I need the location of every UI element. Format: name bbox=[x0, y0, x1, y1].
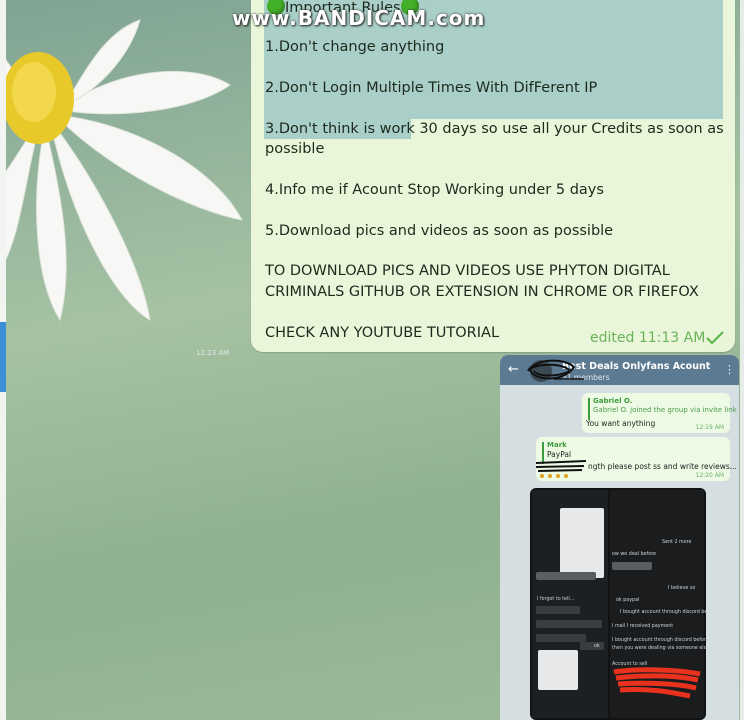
more-vertical-icon: ⋮ bbox=[724, 363, 735, 376]
right-panel-edge bbox=[740, 0, 744, 720]
message-line: 3.Don't think is work 30 days so use all… bbox=[265, 121, 724, 137]
image-time: 12:23 AM bbox=[196, 349, 230, 357]
left-panel-tab[interactable] bbox=[0, 322, 6, 392]
join-time: 12:19 AM bbox=[695, 424, 724, 431]
daisy-wallpaper-image bbox=[0, 19, 243, 322]
phone-text: ok bbox=[594, 644, 600, 649]
scribble-redaction-image bbox=[613, 667, 701, 699]
screenshot-header: ← Best Deals Onlyfans Acount , Braz... 3… bbox=[500, 355, 739, 385]
message-line: 2.Don't Login Multiple Times With DifFer… bbox=[265, 80, 598, 96]
watermark-suffix: .com bbox=[427, 6, 486, 30]
phone-text: ow we deal before bbox=[612, 552, 657, 557]
phone-text: ok paypal bbox=[616, 598, 640, 603]
message-line: 4.Info me if Acount Stop Working under 5… bbox=[265, 182, 604, 198]
message-line: possible bbox=[265, 141, 325, 157]
phone-screenshot-right: Sent 2 more ow we deal before I believe … bbox=[610, 490, 712, 718]
phone-text: I mail I received payment bbox=[612, 624, 674, 629]
phone-text: I bought account through discord befo bbox=[620, 610, 712, 615]
phone-text: I believe so bbox=[668, 586, 696, 591]
message-line: 5.Download pics and videos as soon as po… bbox=[265, 223, 614, 239]
phone-text: Sent 2 more bbox=[662, 540, 692, 545]
bandicam-watermark: www.BANDICAM.com bbox=[232, 6, 512, 30]
message-meta: edited 11:13 AM bbox=[590, 330, 706, 346]
mark-message: Mark PayPal ngth please post ss and writ… bbox=[535, 437, 737, 481]
message-line: CRIMINALS GITHUB OR EXTENSION IN CHROME … bbox=[265, 284, 699, 300]
phone-text: I forgot to tell... bbox=[537, 597, 575, 602]
check-icon bbox=[706, 331, 724, 345]
phone-text: I bought account through discord before bbox=[612, 638, 709, 643]
mark-text: ngth please post ss and write reviews... bbox=[588, 462, 737, 471]
screenshot-chat-title: Best Deals Onlyfans Acount , Braz... bbox=[562, 361, 714, 372]
quote-bar bbox=[588, 398, 590, 420]
scribble-redaction-image bbox=[527, 359, 584, 380]
back-arrow-icon: ← bbox=[508, 362, 519, 377]
scribble-redaction-image bbox=[535, 460, 587, 478]
mark-name: Mark bbox=[547, 441, 567, 449]
message-line: CHECK ANY YOUTUBE TUTORIAL bbox=[265, 325, 500, 341]
message-line: TO DOWNLOAD PICS AND VIDEOS USE PHYTON D… bbox=[265, 263, 670, 279]
message-line: 1.Don't change anything bbox=[265, 39, 445, 55]
watermark-brand: www.BANDICAM bbox=[232, 6, 428, 30]
join-text: Gabriel O. joined the group via invite l… bbox=[593, 406, 737, 414]
join-name: Gabriel O. bbox=[593, 397, 633, 405]
join-reply: You want anything bbox=[586, 419, 656, 428]
phone-screenshot-left: I forgot to tell... ok bbox=[532, 490, 608, 718]
mark-time: 12:20 AM bbox=[695, 472, 724, 479]
chat-screenshots-image: I forgot to tell... ok Sent 2 more ow we… bbox=[530, 488, 712, 720]
attached-screenshot[interactable]: ← Best Deals Onlyfans Acount , Braz... 3… bbox=[500, 355, 739, 720]
join-message: Gabriel O. Gabriel O. joined the group v… bbox=[582, 393, 737, 433]
phone-text: then you were dealing via someone else bbox=[612, 646, 710, 651]
